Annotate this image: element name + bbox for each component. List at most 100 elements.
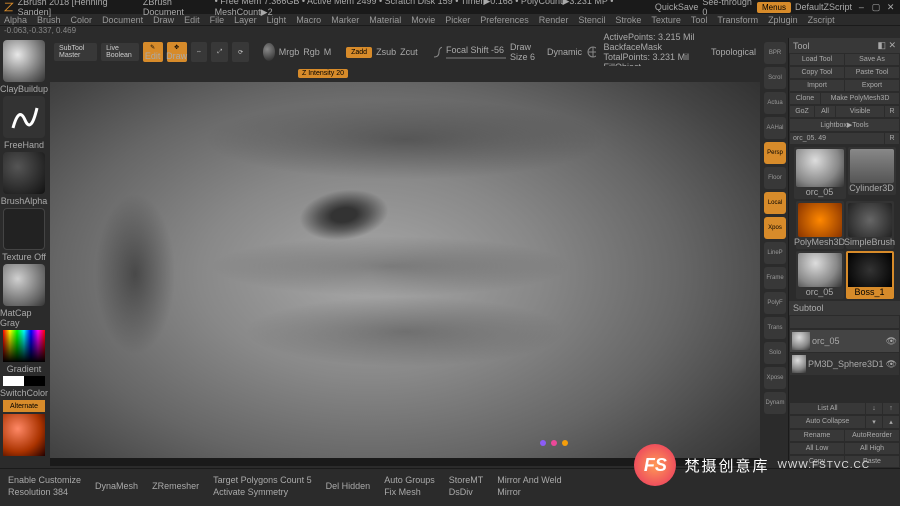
dynamic-toggle[interactable]: Dynamic <box>547 47 582 57</box>
side-bpr-button[interactable]: BPR <box>764 42 786 64</box>
menu-light[interactable]: Light <box>267 15 287 25</box>
tool-thumb-orc_05[interactable]: orc_05 <box>794 147 846 199</box>
fix-mesh-button[interactable]: Fix Mesh <box>384 487 435 497</box>
resolution-slider[interactable]: Resolution 384 <box>8 487 81 497</box>
menu-document[interactable]: Document <box>102 15 143 25</box>
tool-thumb-SimpleBrush[interactable]: SimpleBrush <box>846 201 894 249</box>
menu-file[interactable]: File <box>210 15 225 25</box>
copy-tool-button[interactable]: Copy Tool <box>790 67 844 78</box>
menu-preferences[interactable]: Preferences <box>480 15 529 25</box>
zadd-button[interactable]: Zadd <box>346 47 372 58</box>
tool-thumb-selected[interactable]: Boss_1 <box>846 251 894 299</box>
restore-button[interactable]: ▢ <box>871 2 882 13</box>
load-tool-button[interactable]: Load Tool <box>790 54 844 65</box>
color-swatches[interactable] <box>3 376 45 386</box>
zsub-button[interactable]: Zsub <box>376 47 396 57</box>
move-button[interactable]: ⇔ <box>191 42 208 62</box>
auto-groups-button[interactable]: Auto Groups <box>384 475 435 485</box>
stroke-thumb[interactable] <box>3 96 45 138</box>
side-scroll-button[interactable]: Scrol <box>764 67 786 89</box>
alternate-button[interactable]: Alternate <box>3 400 45 412</box>
lightbox-tools-button[interactable]: Lightbox▶Tools <box>790 119 899 131</box>
menu-zscript[interactable]: Zscript <box>808 15 835 25</box>
save-as-button[interactable]: Save As <box>845 54 899 65</box>
gizmo-icon[interactable] <box>586 45 596 59</box>
menu-tool[interactable]: Tool <box>691 15 708 25</box>
edit-button[interactable]: ✎Edit <box>143 42 163 62</box>
focal-shift-slider[interactable]: Focal Shift -56 <box>446 45 506 59</box>
draw-size-slider[interactable]: Draw Size 6 <box>510 42 543 62</box>
side-transp-button[interactable]: Trans <box>764 317 786 339</box>
zcut-button[interactable]: Zcut <box>400 47 418 57</box>
tool-thumb-PolyMesh3D[interactable]: PolyMesh3D <box>796 201 844 249</box>
arrow-down-button[interactable]: ↓ <box>866 403 882 414</box>
list-all-button[interactable]: List All <box>790 403 865 414</box>
side-linepill-button[interactable]: LineP <box>764 242 786 264</box>
menu-picker[interactable]: Picker <box>445 15 470 25</box>
goz-button[interactable]: GoZ <box>790 106 814 117</box>
move-down-button[interactable]: ▾ <box>866 416 882 428</box>
menus-button[interactable]: Menus <box>757 2 791 13</box>
subtool-slider[interactable] <box>790 316 899 328</box>
activate-symmetry-button[interactable]: Activate Symmetry <box>213 487 312 497</box>
auto-collapse-button[interactable]: Auto Collapse <box>790 416 865 428</box>
goz-all-button[interactable]: All <box>815 106 835 117</box>
menu-macro[interactable]: Macro <box>296 15 321 25</box>
export-button[interactable]: Export <box>845 80 899 91</box>
dsdiv-button[interactable]: DsDiv <box>449 487 484 497</box>
enable-customize-button[interactable]: Enable Customize <box>8 475 81 485</box>
side-persp-button[interactable]: Persp <box>764 142 786 164</box>
import-button[interactable]: Import <box>790 80 844 91</box>
tool-panel-header[interactable]: Tool◧ ✕ <box>789 38 900 53</box>
side-local-button[interactable]: Local <box>764 192 786 214</box>
del-hidden-button[interactable]: Del Hidden <box>326 481 371 491</box>
tool-thumb-orc_05[interactable]: orc_05 <box>796 251 844 299</box>
color-picker[interactable] <box>3 330 45 362</box>
make-polymesh-button[interactable]: Make PolyMesh3D <box>821 93 899 104</box>
menu-zplugin[interactable]: Zplugin <box>768 15 798 25</box>
scale-button[interactable]: ⤢ <box>211 42 228 62</box>
arrow-up-button[interactable]: ↑ <box>883 403 899 414</box>
side-xpose-button[interactable]: Xpose <box>764 367 786 389</box>
menu-alpha[interactable]: Alpha <box>4 15 27 25</box>
subtool-header[interactable]: Subtool <box>789 301 900 315</box>
brush-thumb[interactable] <box>3 40 45 82</box>
mirror-weld-button[interactable]: Mirror And Weld <box>497 475 561 485</box>
topological-button[interactable]: Topological <box>711 47 756 57</box>
close-button[interactable]: ✕ <box>885 2 896 13</box>
s-curve-icon[interactable] <box>432 45 442 59</box>
menu-stencil[interactable]: Stencil <box>578 15 605 25</box>
side-solo-button[interactable]: Solo <box>764 342 786 364</box>
side-actual-button[interactable]: Actua <box>764 92 786 114</box>
storemt-button[interactable]: StoreMT <box>449 475 484 485</box>
dynamesh-button[interactable]: DynaMesh <box>95 481 138 491</box>
texture-thumb[interactable] <box>3 208 45 250</box>
subtool-row[interactable]: PM3D_Sphere3D1👁 <box>790 353 899 375</box>
menu-layer[interactable]: Layer <box>234 15 257 25</box>
menu-brush[interactable]: Brush <box>37 15 61 25</box>
rgb-button[interactable]: Rgb <box>303 47 320 57</box>
menu-stroke[interactable]: Stroke <box>615 15 641 25</box>
clone-button[interactable]: Clone <box>790 93 820 104</box>
move-up-button[interactable]: ▴ <box>883 416 899 428</box>
target-polygons-slider[interactable]: Target Polygons Count 5 <box>213 475 312 485</box>
menu-material[interactable]: Material <box>369 15 401 25</box>
side-floor-button[interactable]: Floor <box>764 167 786 189</box>
side-polyf-button[interactable]: PolyF <box>764 292 786 314</box>
alpha-thumb[interactable] <box>3 152 45 194</box>
menu-color[interactable]: Color <box>71 15 93 25</box>
goz-visible-button[interactable]: Visible <box>836 106 884 117</box>
menu-texture[interactable]: Texture <box>651 15 681 25</box>
side-dynamic-button[interactable]: Dynam <box>764 392 786 414</box>
menu-draw[interactable]: Draw <box>153 15 174 25</box>
rename-button[interactable]: Rename <box>790 430 844 441</box>
goz-r-button[interactable]: R <box>885 106 899 117</box>
material-thumb[interactable] <box>3 264 45 306</box>
switchcolor-button[interactable]: SwitchColor <box>0 388 48 398</box>
m-button[interactable]: M <box>324 47 332 57</box>
r-button[interactable]: R <box>885 133 899 144</box>
material-preview[interactable] <box>3 414 45 456</box>
menu-edit[interactable]: Edit <box>184 15 200 25</box>
side-aahalf-button[interactable]: AAHal <box>764 117 786 139</box>
min-button[interactable]: – <box>856 2 867 12</box>
